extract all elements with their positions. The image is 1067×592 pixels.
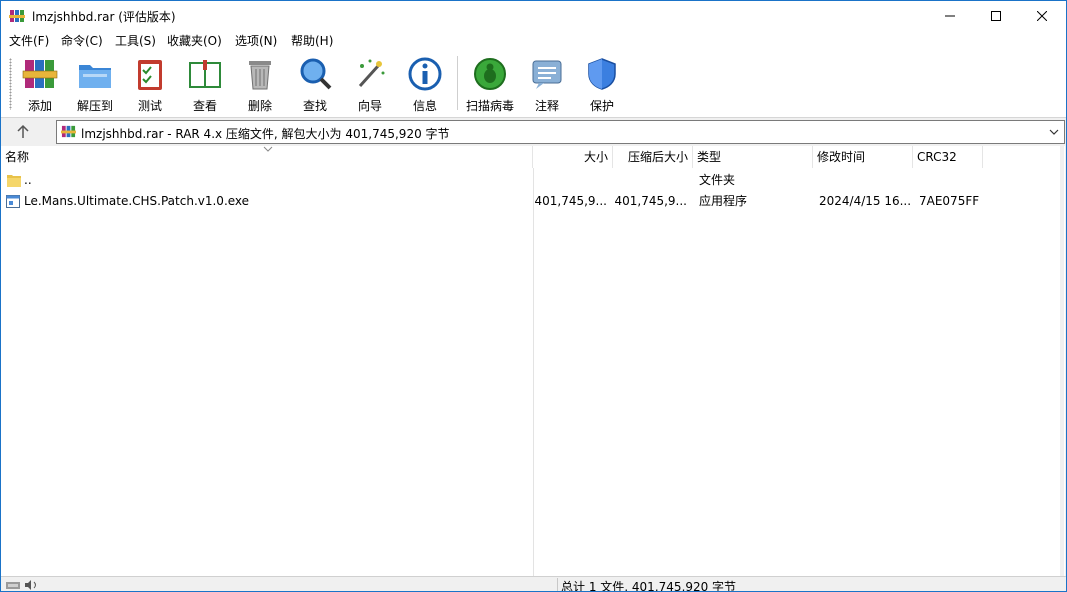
address-text: lmzjshhbd.rar - RAR 4.x 压缩文件, 解包大小为 401,… (81, 127, 450, 141)
add-button[interactable]: 添加 (12, 54, 68, 113)
file-packed-size: 401,745,9... (614, 194, 687, 208)
comment-button[interactable]: 注释 (519, 54, 575, 113)
table-row[interactable]: Le.Mans.Ultimate.CHS.Patch.v1.0.exe 401,… (1, 191, 1064, 212)
test-button[interactable]: 测试 (122, 54, 178, 113)
up-arrow-icon[interactable] (12, 122, 34, 142)
trash-icon (249, 61, 271, 90)
file-name: Le.Mans.Ultimate.CHS.Patch.v1.0.exe (24, 194, 250, 208)
file-type: 文件夹 (699, 173, 736, 187)
col-packed[interactable]: 压缩后大小 (613, 146, 693, 168)
view-button[interactable]: 查看 (177, 54, 233, 113)
winrar-window: lmzjshhbd.rar (评估版本) 文件(F) 命令(C) 工具(S) 收… (0, 0, 1067, 592)
book-view-icon (189, 60, 221, 88)
clipboard-test-icon (138, 60, 162, 90)
table-row[interactable]: .. 文件夹 (1, 170, 1064, 191)
scan-virus-button[interactable]: 扫描病毒 (462, 54, 518, 113)
menu-bar: 文件(F) 命令(C) 工具(S) 收藏夹(O) 选项(N) 帮助(H) (1, 30, 1066, 50)
col-modified[interactable]: 修改时间 (813, 146, 913, 168)
col-crc[interactable]: CRC32 (913, 146, 983, 168)
magic-wand-icon (358, 59, 385, 88)
status-text: 总计 1 文件, 401,745,920 字节 (561, 580, 737, 592)
address-row: lmzjshhbd.rar - RAR 4.x 压缩文件, 解包大小为 401,… (1, 118, 1066, 145)
rar-archive-icon (61, 125, 76, 138)
books-add-icon (22, 60, 58, 88)
toolbar: 添加 解压到 测试 查看 删除 查找 向导 信息 扫描病毒 注释 保护 (1, 50, 1066, 118)
menu-commands[interactable]: 命令(C) (61, 32, 103, 49)
folder-extract-icon (79, 65, 111, 88)
exe-file-icon (6, 195, 20, 208)
wizard-button[interactable]: 向导 (342, 54, 398, 113)
file-modified: 2024/4/15 16... (819, 194, 912, 208)
status-bar: 总计 1 文件, 401,745,920 字节 (1, 576, 1066, 592)
title-bar: lmzjshhbd.rar (评估版本) (1, 1, 1066, 30)
address-bar[interactable]: lmzjshhbd.rar - RAR 4.x 压缩文件, 解包大小为 401,… (56, 120, 1065, 144)
chevron-down-icon[interactable] (1048, 125, 1060, 139)
col-size[interactable]: 大小 (533, 146, 613, 168)
menu-help[interactable]: 帮助(H) (291, 32, 333, 49)
shield-icon (588, 58, 616, 90)
menu-options[interactable]: 选项(N) (235, 32, 277, 49)
protect-label: 保护 (589, 99, 614, 113)
info-icon (408, 57, 442, 91)
maximize-icon (991, 10, 1001, 21)
close-button[interactable] (1019, 1, 1065, 30)
column-header: 名称 大小 压缩后大小 类型 修改时间 CRC32 (1, 146, 1064, 168)
menu-file[interactable]: 文件(F) (9, 32, 49, 49)
sort-chevron-icon (263, 146, 273, 152)
delete-button[interactable]: 删除 (232, 54, 288, 113)
extract-to-button[interactable]: 解压到 (67, 54, 123, 113)
file-crc: 7AE075FF (919, 194, 980, 208)
menu-tools[interactable]: 工具(S) (115, 32, 156, 49)
minimize-icon (945, 15, 955, 16)
maximize-button[interactable] (973, 1, 1019, 30)
info-button[interactable]: 信息 (397, 54, 453, 113)
col-type[interactable]: 类型 (693, 146, 813, 168)
close-icon (1037, 10, 1047, 21)
minimize-button[interactable] (927, 1, 973, 30)
status-icons[interactable] (5, 579, 45, 591)
comment-icon (532, 60, 562, 89)
file-name: .. (24, 173, 32, 187)
info-label: 信息 (412, 99, 437, 113)
find-button[interactable]: 查找 (287, 54, 343, 113)
status-divider (557, 578, 558, 591)
virus-scan-icon (474, 58, 506, 90)
magnifier-icon (300, 58, 332, 90)
file-list: 名称 大小 压缩后大小 类型 修改时间 CRC32 .. 文件夹 Le.Mans… (1, 146, 1065, 576)
file-size: 401,745,9... (534, 194, 607, 208)
winrar-app-icon[interactable] (9, 8, 25, 24)
file-type: 应用程序 (699, 194, 748, 208)
window-title: lmzjshhbd.rar (评估版本) (32, 10, 176, 24)
folder-icon (7, 175, 21, 187)
vertical-scrollbar[interactable] (1060, 146, 1064, 576)
protect-button[interactable]: 保护 (574, 54, 630, 113)
menu-favorites[interactable]: 收藏夹(O) (167, 32, 222, 49)
